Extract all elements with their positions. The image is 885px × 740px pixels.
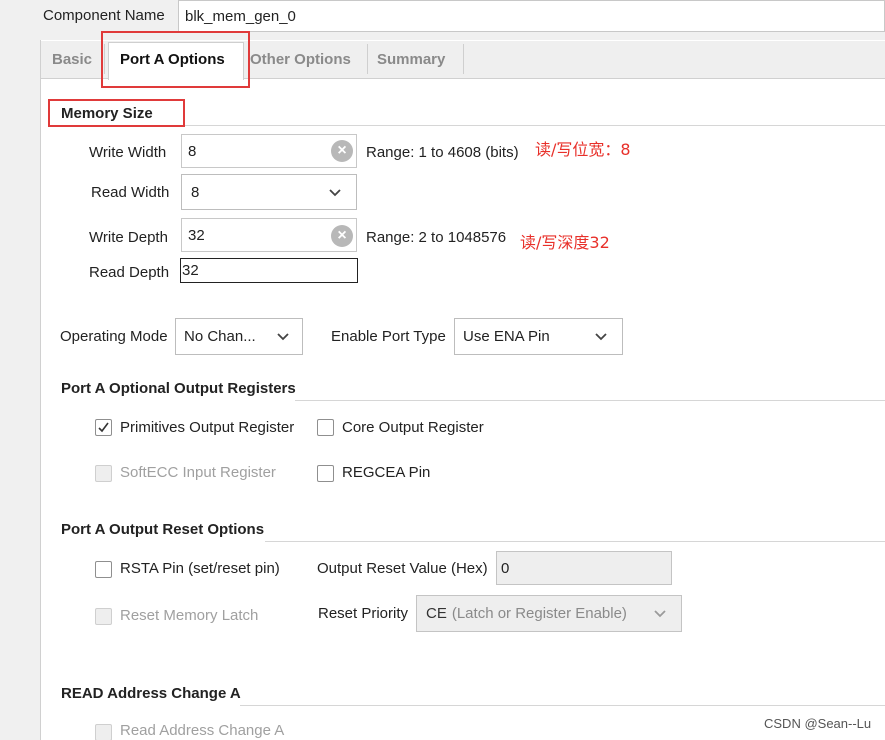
component-name-value: blk_mem_gen_0 bbox=[185, 7, 296, 25]
read-width-label: Read Width bbox=[91, 184, 170, 201]
regcea-pin-label: REGCEA Pin bbox=[342, 464, 431, 481]
component-name-label: Component Name bbox=[43, 7, 165, 24]
write-width-clear-icon[interactable]: × bbox=[331, 140, 353, 162]
section-title-output-reset-options: Port A Output Reset Options bbox=[61, 521, 265, 538]
output-reset-value-label: Output Reset Value (Hex) bbox=[317, 560, 488, 577]
annotation-width-note: 读/写位宽：8 bbox=[535, 140, 631, 159]
read-depth-label: Read Depth bbox=[89, 264, 170, 281]
write-depth-clear-icon[interactable]: × bbox=[331, 225, 353, 247]
section-divider bbox=[265, 541, 885, 542]
write-width-range: Range: 1 to 4608 (bits) bbox=[366, 144, 519, 161]
output-reset-value-input[interactable]: 0 bbox=[496, 551, 672, 585]
core-output-register-label: Core Output Register bbox=[342, 419, 484, 436]
reset-priority-value-prefix: CE bbox=[426, 605, 447, 622]
section-divider bbox=[295, 400, 885, 401]
write-depth-label: Write Depth bbox=[89, 229, 168, 246]
write-depth-range: Range: 2 to 1048576 bbox=[366, 229, 507, 246]
tab-separator bbox=[463, 44, 464, 74]
rsta-pin-checkbox[interactable] bbox=[95, 561, 112, 578]
read-address-change-label: Read Address Change A bbox=[120, 722, 285, 739]
regcea-pin-checkbox[interactable] bbox=[317, 465, 334, 482]
checkmark-icon bbox=[98, 422, 109, 433]
read-address-change-checkbox[interactable] bbox=[95, 724, 112, 740]
read-depth-value-box: 32 bbox=[180, 258, 358, 283]
annotation-depth-note: 读/写深度32 bbox=[520, 233, 610, 252]
chevron-down-icon bbox=[329, 189, 341, 197]
write-depth-value: 32 bbox=[188, 226, 205, 244]
reset-priority-label: Reset Priority bbox=[318, 605, 409, 622]
tab-basic[interactable]: Basic bbox=[44, 44, 100, 78]
output-reset-value: 0 bbox=[501, 559, 510, 577]
operating-mode-value: No Chan... bbox=[184, 328, 256, 345]
reset-priority-value-suffix: (Latch or Register Enable) bbox=[451, 605, 627, 622]
operating-mode-label: Operating Mode bbox=[60, 328, 168, 345]
section-title-output-registers: Port A Optional Output Registers bbox=[61, 380, 296, 397]
enable-port-type-value: Use ENA Pin bbox=[463, 328, 550, 345]
section-title-read-address-change: READ Address Change A bbox=[61, 685, 241, 702]
watermark: CSDN @Sean--Lu bbox=[764, 716, 872, 731]
chevron-down-icon bbox=[277, 333, 289, 341]
write-width-value: 8 bbox=[188, 142, 197, 160]
reset-memory-latch-label: Reset Memory Latch bbox=[120, 607, 259, 624]
primitives-output-register-label: Primitives Output Register bbox=[120, 419, 295, 436]
highlight-box-tab bbox=[101, 31, 250, 88]
tab-separator bbox=[367, 44, 368, 74]
read-address-change-clip: Read Address Change A bbox=[0, 722, 885, 740]
section-divider bbox=[185, 125, 885, 126]
read-width-value: 8 bbox=[191, 183, 200, 201]
chevron-down-icon bbox=[595, 333, 607, 341]
softecc-input-register-label: SoftECC Input Register bbox=[120, 464, 276, 481]
rsta-pin-label: RSTA Pin (set/reset pin) bbox=[120, 560, 280, 577]
softecc-input-register-checkbox[interactable] bbox=[95, 465, 112, 482]
reset-memory-latch-checkbox[interactable] bbox=[95, 608, 112, 625]
read-depth-value: 32 bbox=[182, 262, 199, 279]
write-width-label: Write Width bbox=[89, 144, 167, 161]
core-output-register-checkbox[interactable] bbox=[317, 419, 334, 436]
highlight-box-memory-size bbox=[48, 99, 185, 127]
tab-other-options[interactable]: Other Options bbox=[242, 44, 359, 78]
reset-priority-select[interactable]: CE (Latch or Register Enable) bbox=[416, 595, 682, 632]
enable-port-type-label: Enable Port Type bbox=[331, 328, 446, 345]
chevron-down-icon bbox=[654, 610, 666, 618]
primitives-output-register-checkbox[interactable] bbox=[95, 419, 112, 436]
tab-summary[interactable]: Summary bbox=[369, 44, 453, 78]
component-name-input[interactable]: blk_mem_gen_0 bbox=[178, 0, 885, 32]
section-divider bbox=[240, 705, 885, 706]
